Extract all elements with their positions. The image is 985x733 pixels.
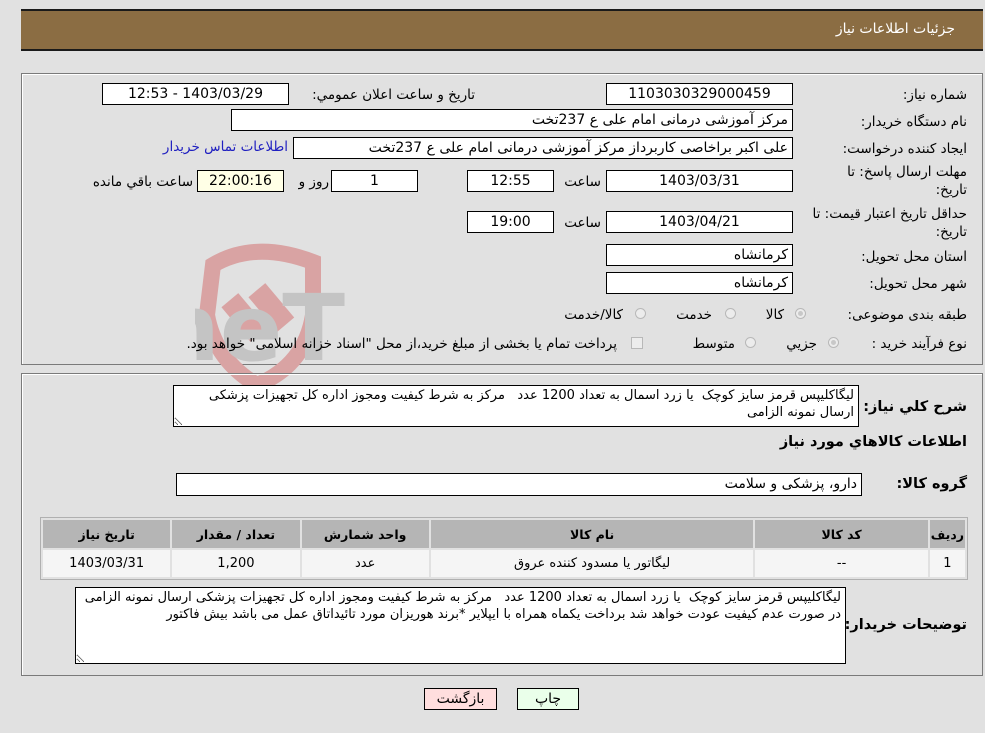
category-label: طبقه بندی موضوعی:	[847, 307, 967, 323]
back-button[interactable]: بازگشت	[424, 688, 497, 710]
category-option-goods-service: کالا/خدمت	[564, 307, 623, 323]
category-radio-service[interactable]	[725, 308, 736, 319]
goods-group-label: گروه کالا:	[896, 476, 967, 492]
buyer-notes-textarea[interactable]: لیگاکلیپس قرمز سایز کوچک یا زرد اسمال به…	[75, 587, 846, 664]
price-validity-label: حداقل تاریخ اعتبار قیمت: تا	[812, 206, 967, 222]
purchase-type-label: نوع فرآیند خرید :	[871, 336, 967, 352]
purchase-radio-minor[interactable]	[828, 337, 839, 348]
need-number-label: شماره نیاز:	[902, 87, 967, 103]
goods-group-field: دارو، پزشکی و سلامت	[176, 473, 862, 496]
cell-date: 1403/03/31	[43, 550, 171, 577]
remaining-label: ساعت باقي مانده	[92, 174, 193, 190]
category-option-goods: کالا	[765, 307, 784, 323]
table-header-row: ردیف کد کالا نام کالا واحد شمارش تعداد /…	[43, 520, 965, 548]
treasury-payment-checkbox[interactable]	[631, 337, 643, 349]
price-validity-time-field: 19:00	[467, 211, 554, 233]
table-row: 1 -- لیگاتور یا مسدود کننده عروق عدد 1,2…	[43, 550, 965, 577]
response-date-field: 1403/03/31	[606, 170, 793, 192]
buyer-contact-link[interactable]: اطلاعات تماس خریدار	[163, 139, 288, 155]
description-textarea[interactable]: لیگاکلیپس قرمز سایز کوچک یا زرد اسمال به…	[173, 385, 859, 427]
remaining-time-field: 22:00:16	[197, 170, 284, 192]
requester-field: علی اکبر براخاصی کاربرداز مرکز آموزشی در…	[293, 137, 793, 159]
col-row: ردیف	[929, 520, 965, 548]
buyer-notes-label: توضیحات خریدار:	[844, 617, 967, 633]
purchase-option-minor: جزيي	[786, 336, 817, 352]
col-code: کد کالا	[755, 520, 928, 548]
response-deadline-label-2: تاریخ:	[935, 182, 967, 198]
cell-name: لیگاتور یا مسدود کننده عروق	[430, 550, 754, 577]
col-unit: واحد شمارش	[301, 520, 429, 548]
response-time-field: 12:55	[467, 170, 554, 192]
purchase-option-medium: متوسط	[692, 336, 735, 352]
price-validity-date-field: 1403/04/21	[606, 211, 793, 233]
need-number-field: 1103030329000459	[606, 83, 793, 105]
description-label: شرح كلي نياز:	[863, 399, 967, 415]
category-option-service: خدمت	[676, 307, 712, 323]
purchase-radio-medium[interactable]	[745, 337, 756, 348]
requester-label: ایجاد کننده درخواست:	[842, 141, 967, 157]
payment-note: پرداخت تمام یا بخشی از مبلغ خرید،از محل …	[186, 336, 617, 352]
page-header: جزئیات اطلاعات نیاز	[21, 9, 983, 51]
announce-datetime-field: 1403/03/29 - 12:53	[102, 83, 289, 105]
cell-code: --	[755, 550, 928, 577]
page-title: جزئیات اطلاعات نیاز	[835, 21, 955, 37]
province-label: استان محل تحویل:	[861, 249, 967, 265]
items-heading: اطلاعات كالاهاي مورد نياز	[779, 434, 967, 450]
col-qty: تعداد / مقدار	[172, 520, 300, 548]
announce-datetime-label: تاریخ و ساعت اعلان عمومي:	[312, 87, 475, 103]
cell-unit: عدد	[301, 550, 429, 577]
col-date: تاریخ نیاز	[43, 520, 171, 548]
print-button[interactable]: چاپ	[517, 688, 579, 710]
days-label: روز و	[298, 174, 329, 190]
buyer-org-field: مرکز آموزشی درمانی امام علی ع 237تخت	[231, 109, 793, 131]
category-radio-goods[interactable]	[795, 308, 806, 319]
response-time-label: ساعت	[564, 174, 601, 190]
col-name: نام کالا	[430, 520, 754, 548]
cell-row: 1	[929, 550, 965, 577]
buyer-org-label: نام دستگاه خریدار:	[860, 114, 967, 130]
city-field: کرمانشاه	[606, 272, 793, 294]
province-field: کرمانشاه	[606, 244, 793, 266]
price-validity-label-2: تاریخ:	[935, 224, 967, 240]
city-label: شهر محل تحویل:	[869, 276, 967, 292]
cell-qty: 1,200	[172, 550, 300, 577]
category-radio-goods-service[interactable]	[635, 308, 646, 319]
remaining-days-field: 1	[331, 170, 418, 192]
price-validity-time-label: ساعت	[564, 215, 601, 231]
response-deadline-label: مهلت ارسال پاسخ: تا	[847, 164, 967, 180]
items-table: ردیف کد کالا نام کالا واحد شمارش تعداد /…	[40, 517, 968, 580]
